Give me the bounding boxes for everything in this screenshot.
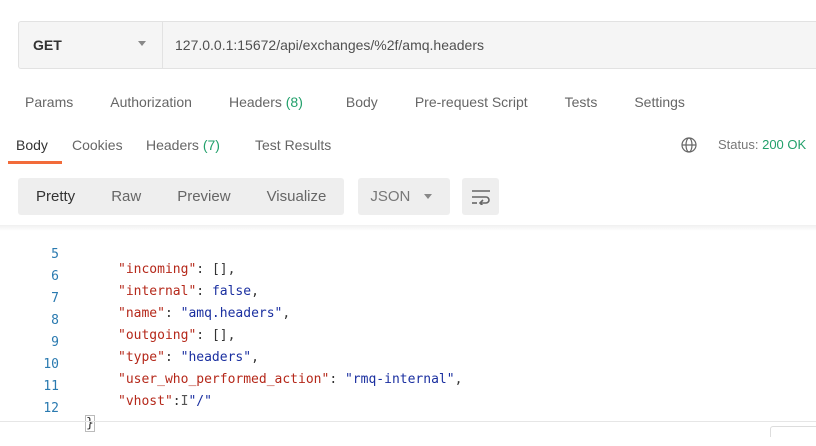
request-url-bar: GET 127.0.0.1:15672/api/exchanges/%2f/am… [18,21,816,69]
format-select[interactable]: JSON [358,178,451,215]
code-line: 8 "outgoing": [], [0,298,816,343]
tab-headers-label: Headers [228,94,286,110]
status-value: 200 OK [762,137,807,152]
code-line: 12 } [0,386,816,432]
tab-body-label: Body [345,94,378,110]
view-mode-group: Pretty Raw Preview Visualize [18,178,345,215]
tab-headers[interactable]: Headers (8) [229,94,303,110]
bottom-panel-button[interactable] [770,426,816,437]
code-line: 5 "incoming": [], [0,232,816,277]
tab-pre-request-script-label: Pre-request Script [414,94,528,110]
tab-authorization-label: Authorization [110,94,192,110]
response-tab-headers[interactable]: Headers (7) [146,137,220,153]
view-raw-button[interactable]: Raw [93,188,159,205]
chevron-down-icon [424,194,433,199]
code-line: 7 "name": "amq.headers", [0,276,816,321]
code-line: 9 "type": "headers", [0,320,816,365]
method-label: GET [33,37,62,53]
globe-icon[interactable] [681,137,697,153]
response-body-code[interactable]: 5 "incoming": [], 6 "internal": false, 7… [0,226,816,432]
tab-params-label: Params [25,94,74,110]
active-tab-indicator [8,161,62,164]
code-line: 10 "user_who_performed_action": "rmq-int… [0,342,816,387]
closing-brace: } [85,415,95,432]
tab-headers-count: (8) [285,94,303,110]
tab-params[interactable]: Params [25,94,73,110]
chevron-down-icon [138,41,146,46]
request-tabs: Params Authorization Headers (8) Body Pr… [25,94,685,110]
format-label: JSON [370,188,411,205]
response-tab-test-results[interactable]: Test Results [255,137,331,153]
tab-settings[interactable]: Settings [634,94,685,110]
response-status: Status: 200 OK [718,137,806,152]
url-input[interactable]: 127.0.0.1:15672/api/exchanges/%2f/amq.he… [163,22,816,68]
method-select[interactable]: GET [19,22,163,68]
code-line: 11 "vhost":I"/" [0,364,816,409]
response-tab-cookies[interactable]: Cookies [72,137,123,153]
status-label: Status: [718,137,759,152]
tab-body[interactable]: Body [346,94,378,110]
response-tab-headers-count: (7) [202,137,220,153]
url-text: 127.0.0.1:15672/api/exchanges/%2f/amq.he… [175,37,485,53]
tab-tests[interactable]: Tests [565,94,598,110]
view-preview-button[interactable]: Preview [159,188,248,205]
bottom-divider [0,421,816,422]
line-number: 12 [43,401,59,416]
view-visualize-button[interactable]: Visualize [249,188,345,205]
tab-tests-label: Tests [564,94,598,110]
response-tabs: Body Cookies Headers (7) Test Results St… [0,135,816,165]
tab-authorization[interactable]: Authorization [110,94,192,110]
code-line: 6 "internal": false, [0,254,816,299]
tab-settings-label: Settings [634,94,685,110]
view-pretty-button[interactable]: Pretty [18,188,93,205]
response-tab-body[interactable]: Body [16,137,48,153]
wrap-lines-button[interactable] [462,178,500,215]
tab-pre-request-script[interactable]: Pre-request Script [415,94,528,110]
response-tab-headers-label: Headers [146,137,203,153]
wrap-lines-icon [471,189,490,205]
response-view-toolbar: Pretty Raw Preview Visualize JSON [18,178,500,215]
